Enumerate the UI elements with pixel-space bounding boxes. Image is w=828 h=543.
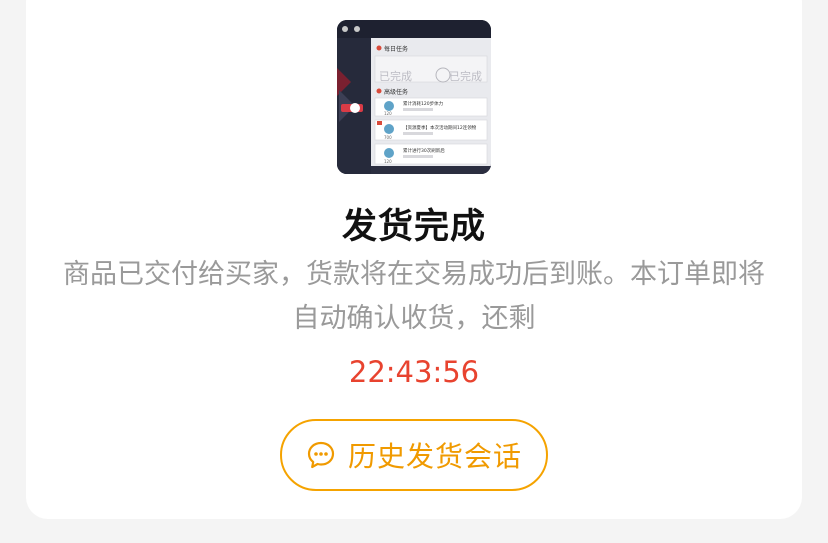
thumb-task-2: 【资源夏季】本次活动期间12连领物: [403, 124, 477, 131]
delivery-description: 商品已交付给买家，货款将在交易成功后到账。本订单即将自动确认收货，还剩: [63, 259, 765, 334]
chat-bubble-icon: [306, 440, 336, 470]
thumb-badge-2: 700: [384, 135, 392, 140]
auto-confirm-countdown: 22:43:56: [348, 355, 480, 389]
delivery-screenshot-thumbnail[interactable]: 每日任务 已完成 已完成 高级任务 120 累计消耗120步体力 700 【资源…: [337, 20, 491, 174]
thumb-task-1: 累计消耗120步体力: [403, 100, 444, 107]
thumbnail-image: 每日任务 已完成 已完成 高级任务 120 累计消耗120步体力 700 【资源…: [337, 20, 491, 174]
thumb-task-3: 累计进行30次刷新后: [403, 147, 445, 154]
thumb-badge-3: 120: [384, 159, 392, 164]
delivery-complete-title: 发货完成: [341, 207, 486, 247]
thumb-section-a: 每日任务: [384, 45, 408, 53]
thumb-stamp-1: 已完成: [379, 69, 412, 83]
thumb-badge-1: 120: [384, 111, 392, 116]
thumb-section-b: 高级任务: [384, 88, 408, 96]
history-delivery-chat-button[interactable]: 历史发货会话: [280, 419, 548, 491]
history-delivery-chat-label: 历史发货会话: [347, 440, 522, 473]
thumb-stamp-2: 已完成: [449, 69, 482, 83]
